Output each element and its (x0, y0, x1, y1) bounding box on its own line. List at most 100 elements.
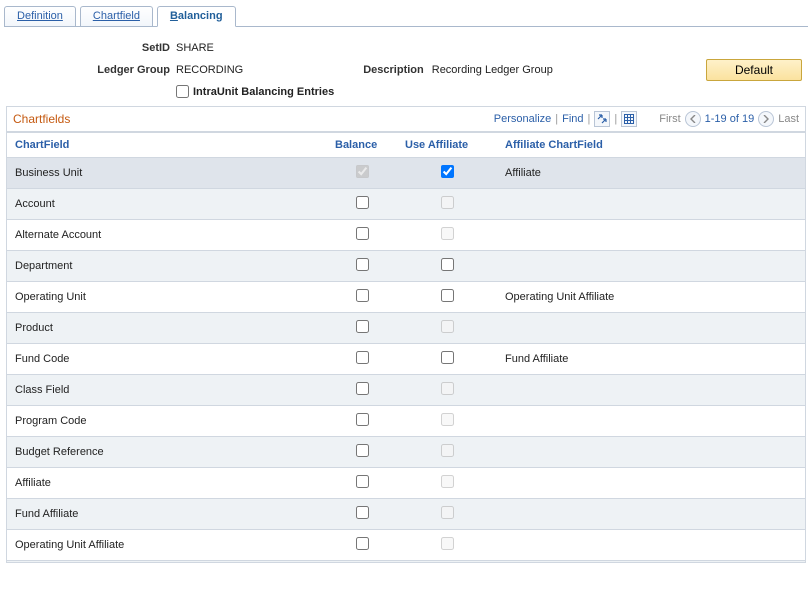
affiliate-chartfield-value: Operating Unit Affiliate (497, 282, 805, 313)
affiliate-chartfield-value (497, 375, 805, 406)
chartfield-name: Budget Reference (7, 437, 327, 468)
affiliate-chartfield-value (497, 251, 805, 282)
affiliate-chartfield-value (497, 561, 805, 563)
balance-checkbox[interactable] (356, 444, 369, 457)
chartfield-name: Project (7, 561, 327, 563)
col-chartfield[interactable]: ChartField (7, 133, 327, 158)
balance-checkbox[interactable] (356, 227, 369, 240)
intraunit-checkbox[interactable] (176, 85, 189, 98)
affiliate-chartfield-value: Affiliate (497, 158, 805, 189)
ledger-group-value: RECORDING (176, 64, 243, 76)
table-row: Fund Affiliate (7, 499, 805, 530)
tab-balancing[interactable]: Balancing (157, 6, 236, 27)
page-range: 1-19 of 19 (705, 113, 755, 125)
affiliate-chartfield-value (497, 220, 805, 251)
table-row: Business Unit Affiliate (7, 158, 805, 189)
affiliate-chartfield-value (497, 468, 805, 499)
first-link[interactable]: First (659, 113, 680, 125)
chartfield-name: Operating Unit Affiliate (7, 530, 327, 561)
chartfields-table: ChartField Balance Use Affiliate Affilia… (7, 132, 805, 562)
personalize-link[interactable]: Personalize (494, 113, 551, 125)
chartfield-name: Product (7, 313, 327, 344)
affiliate-chartfield-value (497, 313, 805, 344)
table-row: Alternate Account (7, 220, 805, 251)
chartfield-name: Class Field (7, 375, 327, 406)
intraunit-label[interactable]: IntraUnit Balancing Entries (193, 86, 334, 98)
col-balance[interactable]: Balance (327, 133, 397, 158)
tab-chartfield[interactable]: Chartfield (80, 6, 153, 26)
table-row: Account (7, 189, 805, 220)
balance-checkbox[interactable] (356, 258, 369, 271)
use-affiliate-checkbox (441, 227, 454, 240)
balance-checkbox[interactable] (356, 320, 369, 333)
table-row: Project (7, 561, 805, 563)
tab-bar: DefinitionChartfieldBalancing (4, 4, 808, 27)
description-label: Description (363, 64, 432, 76)
affiliate-chartfield-value (497, 499, 805, 530)
default-button[interactable]: Default (706, 59, 802, 81)
table-row: Class Field (7, 375, 805, 406)
tab-definition[interactable]: Definition (4, 6, 76, 26)
description-value: Recording Ledger Group (432, 64, 553, 76)
balance-checkbox[interactable] (356, 413, 369, 426)
balance-checkbox[interactable] (356, 506, 369, 519)
use-affiliate-checkbox[interactable] (441, 258, 454, 271)
toolbar-sep: | (555, 113, 558, 125)
table-row: Program Code (7, 406, 805, 437)
use-affiliate-checkbox (441, 444, 454, 457)
toolbar-sep: | (614, 113, 617, 125)
affiliate-chartfield-value (497, 406, 805, 437)
ledger-group-label: Ledger Group (10, 64, 176, 76)
grid-scroll[interactable]: ChartField Balance Use Affiliate Affilia… (7, 132, 805, 562)
use-affiliate-checkbox (441, 413, 454, 426)
toolbar-sep: | (588, 113, 591, 125)
chartfield-name: Fund Code (7, 344, 327, 375)
table-row: Affiliate (7, 468, 805, 499)
balance-checkbox[interactable] (356, 196, 369, 209)
use-affiliate-checkbox (441, 475, 454, 488)
use-affiliate-checkbox[interactable] (441, 351, 454, 364)
col-affiliate-chartfield[interactable]: Affiliate ChartField (497, 133, 805, 158)
chartfield-name: Affiliate (7, 468, 327, 499)
chartfields-grid: Chartfields Personalize | Find | | First… (6, 106, 806, 563)
table-row: Operating Unit Affiliate (7, 530, 805, 561)
prev-page-icon[interactable] (685, 111, 701, 127)
next-page-icon[interactable] (758, 111, 774, 127)
chartfield-name: Operating Unit (7, 282, 327, 313)
table-row: Product (7, 313, 805, 344)
balance-checkbox[interactable] (356, 537, 369, 550)
grid-title: Chartfields (13, 112, 70, 126)
grid-toolbar: Chartfields Personalize | Find | | First… (7, 107, 805, 132)
chartfield-name: Program Code (7, 406, 327, 437)
setid-label: SetID (10, 42, 176, 54)
setid-value: SHARE (176, 42, 214, 54)
use-affiliate-checkbox[interactable] (441, 165, 454, 178)
affiliate-chartfield-value (497, 437, 805, 468)
affiliate-chartfield-value (497, 189, 805, 220)
chartfield-name: Account (7, 189, 327, 220)
balance-checkbox[interactable] (356, 382, 369, 395)
use-affiliate-checkbox (441, 196, 454, 209)
balance-checkbox[interactable] (356, 475, 369, 488)
balance-checkbox[interactable] (356, 289, 369, 302)
col-use-affiliate[interactable]: Use Affiliate (397, 133, 497, 158)
table-row: Budget Reference (7, 437, 805, 468)
spreadsheet-icon[interactable] (621, 111, 637, 127)
use-affiliate-checkbox[interactable] (441, 289, 454, 302)
table-row: Department (7, 251, 805, 282)
balance-checkbox[interactable] (356, 351, 369, 364)
chartfield-name: Alternate Account (7, 220, 327, 251)
table-row: Operating Unit Operating Unit Affiliate (7, 282, 805, 313)
find-link[interactable]: Find (562, 113, 583, 125)
chartfield-name: Fund Affiliate (7, 499, 327, 530)
table-row: Fund Code Fund Affiliate (7, 344, 805, 375)
affiliate-chartfield-value: Fund Affiliate (497, 344, 805, 375)
use-affiliate-checkbox (441, 382, 454, 395)
balance-checkbox (356, 165, 369, 178)
affiliate-chartfield-value (497, 530, 805, 561)
use-affiliate-checkbox (441, 537, 454, 550)
chartfield-name: Department (7, 251, 327, 282)
chartfield-name: Business Unit (7, 158, 327, 189)
zoom-icon[interactable] (594, 111, 610, 127)
last-link[interactable]: Last (778, 113, 799, 125)
